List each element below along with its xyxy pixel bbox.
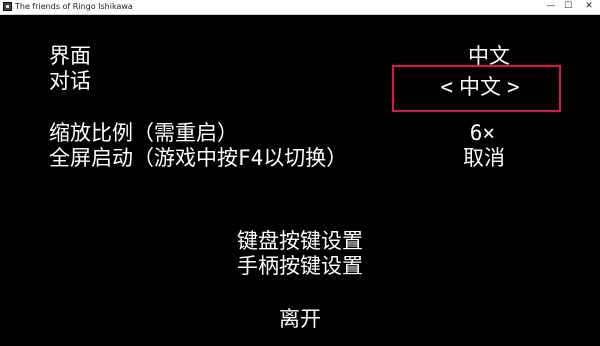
app-icon (3, 2, 12, 11)
arrow-left-icon[interactable]: < (440, 76, 453, 98)
dialogue-language-label[interactable]: 对话 (49, 70, 91, 92)
exit-button[interactable]: 离开 (0, 308, 600, 330)
interface-language-label[interactable]: 界面 (49, 45, 91, 67)
keyboard-keys-button[interactable]: 键盘按键设置 (0, 230, 600, 252)
window-title: The friends of Ringo Ishikawa (15, 2, 133, 11)
close-button[interactable]: ✕ (576, 0, 600, 14)
gamepad-keys-button[interactable]: 手柄按键设置 (0, 255, 600, 277)
settings-screen: 界面 中文 对话 < 中文 > 缩放比例（需重启） 6× 全屏启动（游戏中按F4以切… (0, 15, 600, 346)
title-bar[interactable]: The friends of Ringo Ishikawa — ☐ ✕ (0, 0, 600, 15)
game-window: The friends of Ringo Ishikawa — ☐ ✕ 界面 中… (0, 0, 600, 346)
fullscreen-value[interactable]: 取消 (445, 147, 505, 169)
fullscreen-label[interactable]: 全屏启动（游戏中按F4以切换） (49, 147, 347, 169)
dialogue-language-selector[interactable]: < 中文 > (420, 76, 540, 98)
scale-label[interactable]: 缩放比例（需重启） (49, 122, 238, 144)
interface-language-value[interactable]: 中文 (450, 45, 510, 67)
scale-value[interactable]: 6× (455, 122, 495, 144)
arrow-right-icon[interactable]: > (507, 76, 520, 98)
dialogue-language-value: 中文 (459, 75, 501, 99)
